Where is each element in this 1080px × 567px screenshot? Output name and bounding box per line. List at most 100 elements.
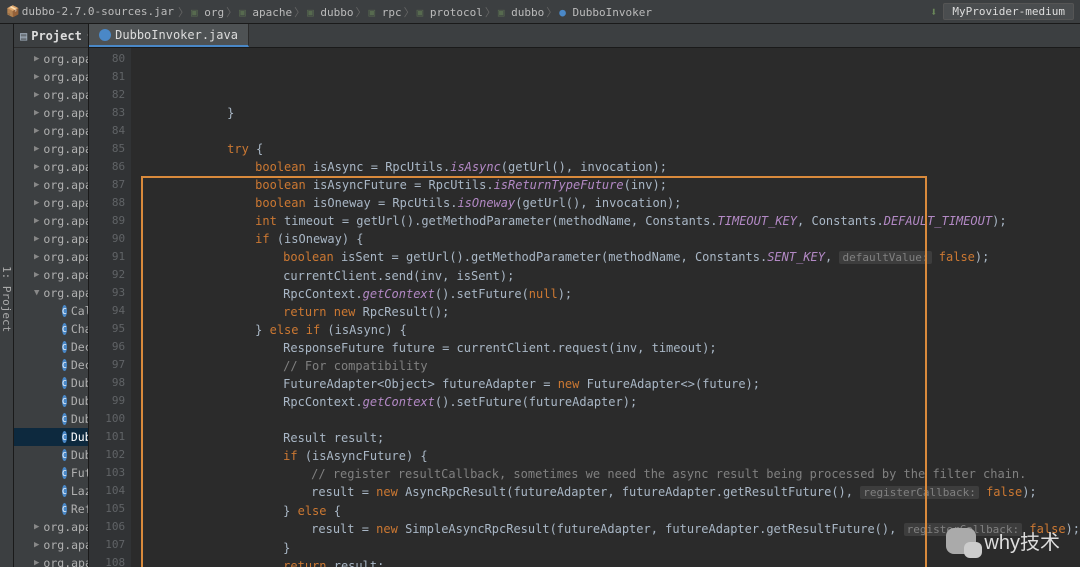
line-number[interactable]: 101 — [89, 428, 125, 446]
expand-arrow-icon[interactable]: ▶ — [34, 558, 39, 567]
line-gutter[interactable]: 8081828384858687888990919293949596979899… — [89, 48, 131, 567]
tree-class-referencecountexchangeclient[interactable]: CReferenceCountExchangeClient — [14, 500, 88, 518]
expand-arrow-icon[interactable]: ▶ — [34, 216, 39, 226]
tree-package[interactable]: ▶org.apache.dubbo.rpc.protocol — [14, 266, 88, 284]
tree-package[interactable]: ▶org.apache.dubbo.rpc.cluster.support — [14, 158, 88, 176]
tree-package[interactable]: ▶org.apache.dubbo.rpc.cluster.router.scr… — [14, 104, 88, 122]
expand-arrow-icon[interactable]: ▶ — [34, 54, 39, 64]
project-tree[interactable]: ▶org.apache.dubbo.rpc.cluster.router.con… — [14, 48, 88, 567]
line-number[interactable]: 108 — [89, 554, 125, 567]
code-line[interactable] — [143, 122, 1080, 140]
code-line[interactable]: } — [143, 539, 1080, 557]
code-line[interactable]: boolean isSent = getUrl().getMethodParam… — [143, 248, 1080, 267]
code-line[interactable]: return result; — [143, 557, 1080, 567]
code-line[interactable]: boolean isAsync = RpcUtils.isAsync(getUr… — [143, 158, 1080, 176]
code-viewport[interactable]: 8081828384858687888990919293949596979899… — [89, 48, 1080, 567]
tree-package[interactable]: ▶org.apache.dubbo.rpc.cluster.router.moc… — [14, 86, 88, 104]
code-line[interactable]: } — [143, 104, 1080, 122]
tree-package[interactable]: ▶org.apache.dubbo.rpc.filter — [14, 194, 88, 212]
code-line[interactable]: result = new AsyncRpcResult(futureAdapte… — [143, 483, 1080, 502]
tree-package[interactable]: ▶org.apache.dubbo.rpc.cluster.support.wr… — [14, 176, 88, 194]
code-line[interactable]: int timeout = getUrl().getMethodParamete… — [143, 212, 1080, 230]
expand-arrow-icon[interactable]: ▶ — [34, 540, 39, 550]
tree-package[interactable]: ▶org.apache.dubbo.rpc.cluster.router.fil… — [14, 68, 88, 86]
code-line[interactable]: Result result; — [143, 429, 1080, 447]
line-number[interactable]: 87 — [89, 176, 125, 194]
tree-class-dubbocountcodec[interactable]: CDubboCountCodec — [14, 392, 88, 410]
code-line[interactable]: ResponseFuture future = currentClient.re… — [143, 339, 1080, 357]
code-line[interactable]: FutureAdapter<Object> futureAdapter = ne… — [143, 375, 1080, 393]
tree-class-futureadapter[interactable]: CFutureAdapter — [14, 464, 88, 482]
line-number[interactable]: 98 — [89, 374, 125, 392]
tree-class-dubboinvoker[interactable]: CDubboInvoker — [14, 428, 88, 446]
breadcrumb[interactable]: 📦 dubbo-2.7.0-sources.jar 〉▣ org〉▣ apach… — [6, 4, 652, 20]
line-number[interactable]: 85 — [89, 140, 125, 158]
line-number[interactable]: 100 — [89, 410, 125, 428]
breadcrumb-part[interactable]: protocol — [423, 6, 483, 19]
code-line[interactable]: currentClient.send(inv, isSent); — [143, 267, 1080, 285]
code-line[interactable]: boolean isAsyncFuture = RpcUtils.isRetur… — [143, 176, 1080, 194]
tree-package[interactable]: ▶org.apache.dubbo.rpc.model — [14, 248, 88, 266]
line-number[interactable]: 90 — [89, 230, 125, 248]
tab-dubbo-invoker[interactable]: DubboInvoker.java — [89, 24, 249, 47]
code-line[interactable]: result = new SimpleAsyncRpcResult(future… — [143, 520, 1080, 539]
breadcrumb-part[interactable]: dubbo — [505, 6, 545, 19]
tree-class-channelwrappedinvoker[interactable]: CChannelWrappedInvoker — [14, 320, 88, 338]
code-line[interactable] — [143, 411, 1080, 429]
code-line[interactable]: return new RpcResult(); — [143, 303, 1080, 321]
tree-package[interactable]: ▶org.apache.dubbo.rpc.protocol.dubbo.tel — [14, 554, 88, 567]
code-line[interactable]: if (isAsyncFuture) { — [143, 447, 1080, 465]
line-number[interactable]: 86 — [89, 158, 125, 176]
tree-package[interactable]: ▶org.apache.dubbo.rpc.cluster.router.tag — [14, 122, 88, 140]
tree-class-decodeablerpcresult[interactable]: CDecodeableRpcResult — [14, 356, 88, 374]
code-line[interactable]: // For compatibility — [143, 357, 1080, 375]
line-number[interactable]: 99 — [89, 392, 125, 410]
tree-class-lazyconnectexchangeclient[interactable]: CLazyConnectExchangeClient — [14, 482, 88, 500]
expand-arrow-icon[interactable]: ▼ — [34, 288, 39, 298]
expand-arrow-icon[interactable]: ▶ — [34, 270, 39, 280]
breadcrumb-part[interactable]: dubbo — [314, 6, 354, 19]
line-number[interactable]: 84 — [89, 122, 125, 140]
editor-tabs[interactable]: DubboInvoker.java — [89, 24, 1080, 48]
line-number[interactable]: 91 — [89, 248, 125, 266]
tree-package[interactable]: ▶org.apache.dubbo.rpc.cluster.router.tag… — [14, 140, 88, 158]
line-number[interactable]: 105 — [89, 500, 125, 518]
breadcrumb-root[interactable]: dubbo-2.7.0-sources.jar — [22, 5, 174, 18]
line-number[interactable]: 92 — [89, 266, 125, 284]
line-number[interactable]: 88 — [89, 194, 125, 212]
breadcrumb-part[interactable]: org — [198, 6, 225, 19]
code-area[interactable]: } try {boolean isAsync = RpcUtils.isAsyn… — [131, 48, 1080, 567]
line-number[interactable]: 94 — [89, 302, 125, 320]
line-number[interactable]: 81 — [89, 68, 125, 86]
expand-arrow-icon[interactable]: ▶ — [34, 90, 39, 100]
line-number[interactable]: 93 — [89, 284, 125, 302]
line-number[interactable]: 103 — [89, 464, 125, 482]
expand-arrow-icon[interactable]: ▶ — [34, 252, 39, 262]
expand-arrow-icon[interactable]: ▶ — [34, 72, 39, 82]
project-title[interactable]: Project — [31, 29, 82, 43]
line-number[interactable]: 82 — [89, 86, 125, 104]
rail-project-label[interactable]: 1: Project — [0, 266, 13, 332]
tree-package[interactable]: ▼org.apache.dubbo.rpc.protocol.dubbo — [14, 284, 88, 302]
expand-arrow-icon[interactable]: ▶ — [34, 108, 39, 118]
code-line[interactable]: try { — [143, 140, 1080, 158]
line-number[interactable]: 80 — [89, 50, 125, 68]
expand-arrow-icon[interactable]: ▶ — [34, 522, 39, 532]
tree-package[interactable]: ▶org.apache.dubbo.rpc.cluster.router.con… — [14, 50, 88, 68]
code-line[interactable]: } else { — [143, 502, 1080, 520]
line-number[interactable]: 89 — [89, 212, 125, 230]
tree-package[interactable]: ▶org.apache.dubbo.rpc.protocol.dubbo.fil… — [14, 518, 88, 536]
code-line[interactable]: boolean isOneway = RpcUtils.isOneway(get… — [143, 194, 1080, 212]
tree-class-dubboexporter[interactable]: CDubboExporter — [14, 410, 88, 428]
tree-package[interactable]: ▶org.apache.dubbo.rpc.filter.tps — [14, 212, 88, 230]
expand-arrow-icon[interactable]: ▶ — [34, 126, 39, 136]
line-number[interactable]: 95 — [89, 320, 125, 338]
expand-arrow-icon[interactable]: ▶ — [34, 180, 39, 190]
expand-arrow-icon[interactable]: ▶ — [34, 234, 39, 244]
tree-class-dubboprotocol[interactable]: CDubboProtocol — [14, 446, 88, 464]
breadcrumb-part[interactable]: rpc — [375, 6, 402, 19]
expand-arrow-icon[interactable]: ▶ — [34, 162, 39, 172]
line-number[interactable]: 96 — [89, 338, 125, 356]
line-number[interactable]: 102 — [89, 446, 125, 464]
line-number[interactable]: 97 — [89, 356, 125, 374]
